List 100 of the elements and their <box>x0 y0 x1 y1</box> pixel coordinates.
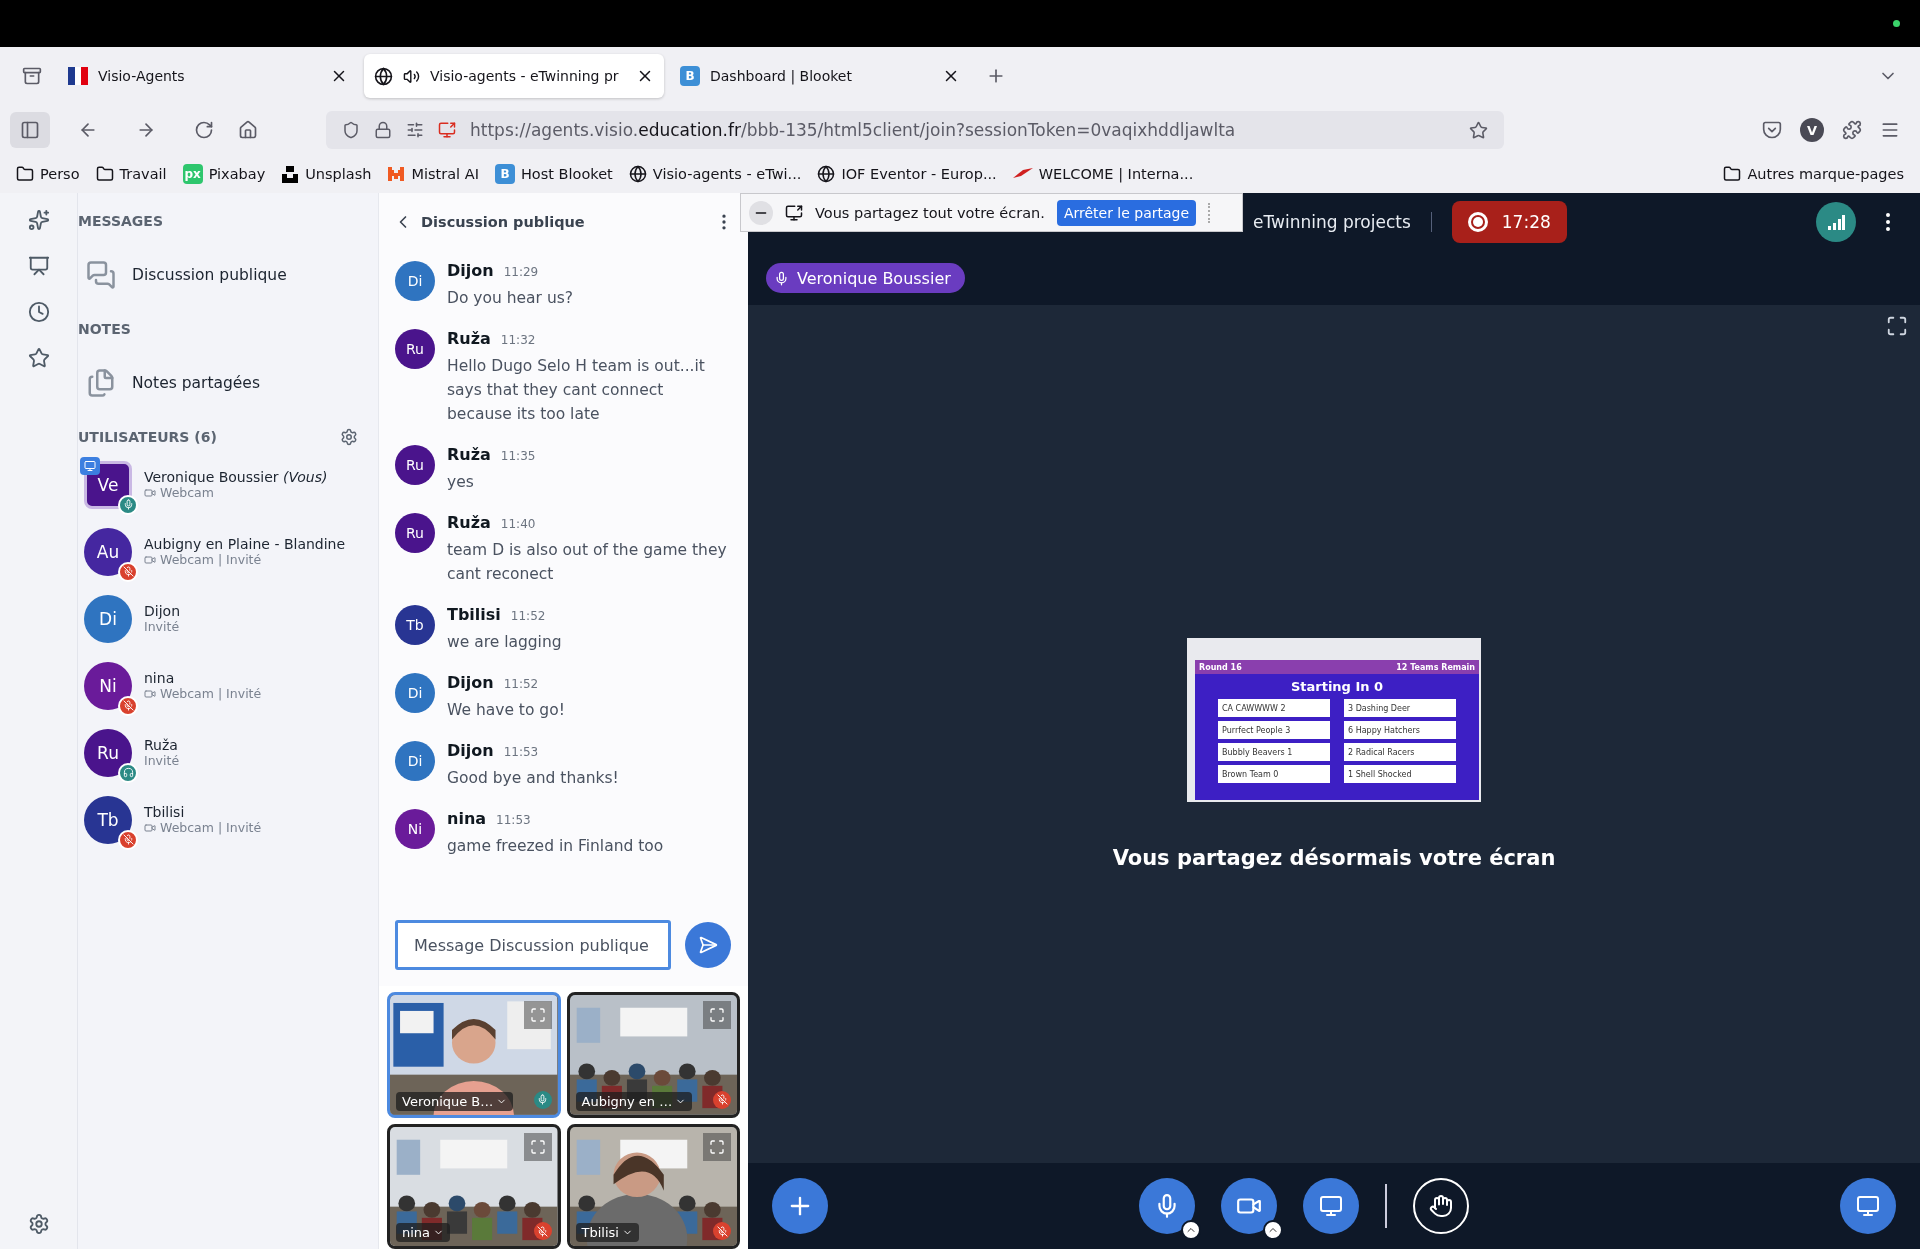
fullscreen-icon[interactable] <box>1886 315 1908 337</box>
screen-share-button[interactable] <box>1303 1178 1359 1234</box>
settings-icon[interactable] <box>340 428 358 446</box>
video-tile[interactable]: Veronique B… <box>387 992 561 1118</box>
extensions-icon[interactable] <box>1842 120 1862 140</box>
expand-icon[interactable] <box>523 1132 552 1161</box>
connection-signal-icon[interactable] <box>1816 202 1856 242</box>
message-avatar: Tb <box>395 605 435 645</box>
video-tile[interactable]: Tbilisi <box>566 1123 740 1249</box>
message-author: nina <box>447 809 487 828</box>
bookmark-link[interactable]: Mistral AI <box>387 166 479 182</box>
user-status: Webcam <box>160 485 214 500</box>
user-avatar: Au <box>84 527 132 576</box>
add-button[interactable] <box>772 1178 828 1234</box>
user-name: Aubigny en Plaine - Blandine <box>144 536 346 552</box>
sidebar-toggle-button[interactable] <box>10 112 50 148</box>
bookmark-link[interactable]: WELCOME | Interna... <box>1012 166 1194 182</box>
message-time: 11:32 <box>500 333 536 347</box>
bookmark-link[interactable]: Travail <box>95 165 167 183</box>
bookmark-link[interactable]: Unsplash <box>281 165 372 183</box>
bookmark-star-icon <box>1469 120 1488 140</box>
address-bar[interactable]: https://agents.visio.education.fr/bbb-135/html5client/join?sessionToken=0vaqixhddljawlta <box>326 111 1504 149</box>
screen-share-icon <box>785 203 803 222</box>
message-avatar: Ru <box>395 445 435 485</box>
message-time: 11:53 <box>503 745 539 759</box>
bookmark-link[interactable]: B Host Blooket <box>494 164 613 184</box>
hand-icon <box>1429 1194 1453 1218</box>
bookmarks-folder-link[interactable]: Autres marque-pages <box>1723 165 1904 183</box>
team-card: Purrfect People 3 <box>1218 721 1330 739</box>
team-card: CA CAWWWW 2 <box>1218 699 1330 717</box>
layout-button[interactable] <box>1840 1178 1896 1234</box>
drag-handle[interactable] <box>1208 202 1213 223</box>
minimize-icon[interactable] <box>749 200 773 225</box>
monitor-icon <box>1856 1194 1880 1218</box>
user-status: Webcam | Invité <box>160 820 262 835</box>
mistral-icon <box>387 166 406 182</box>
message-text: Do you hear us? <box>447 288 574 309</box>
logo-icon <box>1012 168 1033 180</box>
team-card: 1 Shell Shocked <box>1344 765 1456 783</box>
message-time: 11:52 <box>503 677 539 691</box>
send-icon <box>698 935 718 955</box>
user-list-item[interactable]: Ni nina Webcam | Invité <box>78 652 378 719</box>
team-card: 2 Radical Racers <box>1344 743 1456 761</box>
message-avatar: Ni <box>395 809 435 849</box>
user-list-item[interactable]: Tb Tbilisi Webcam | Invité <box>78 786 378 853</box>
sparkle-icon[interactable] <box>27 209 50 231</box>
shield-icon <box>342 121 360 139</box>
message-author: Dijon <box>447 741 494 760</box>
sidebar-icon <box>20 120 40 140</box>
menu-icon[interactable] <box>1880 120 1900 140</box>
message-avatar: Ru <box>395 513 435 553</box>
profile-avatar[interactable]: V <box>1800 118 1824 142</box>
message-text: we are lagging <box>447 632 562 653</box>
presentation-icon[interactable] <box>27 255 50 277</box>
url-text: https://agents.visio.education.fr/bbb-135/html5client/join?sessionToken=0vaqixhddljawlta <box>470 120 1237 140</box>
options-caret[interactable] <box>1263 1220 1283 1240</box>
send-button[interactable] <box>685 922 731 968</box>
clock-icon[interactable] <box>27 301 50 323</box>
user-list-item[interactable]: Di Dijon Invité <box>78 585 378 652</box>
user-name: Ruža <box>144 737 179 753</box>
user-list-item[interactable]: Au Aubigny en Plaine - Blandine Webcam | Invité <box>78 518 378 585</box>
browser-tab[interactable]: Visio-agents - eTwinning pr <box>364 54 664 98</box>
user-avatar: Ni <box>84 661 132 710</box>
user-list-item[interactable]: Ve Veronique Boussier (Vous) Webcam <box>78 451 378 518</box>
user-list-item[interactable]: Ru Ruža Invité <box>78 719 378 786</box>
browser-tab[interactable]: B Dashboard | Blooket <box>670 54 970 98</box>
tab-title: Dashboard | Blooket <box>710 68 853 84</box>
participant-name[interactable]: Tbilisi <box>575 1223 639 1242</box>
bookmark-link[interactable]: px Pixabay <box>182 164 266 184</box>
user-avatar: Ru <box>84 728 132 777</box>
message-input-field[interactable]: Message Discussion publique <box>395 920 671 970</box>
message-text: game freezed in Finland too <box>447 836 664 857</box>
participant-name[interactable]: nina <box>396 1223 451 1242</box>
video-tile[interactable]: nina <box>387 1123 561 1249</box>
reload-icon <box>194 120 214 140</box>
bookmark-link[interactable]: Visio-agents - eTwi... <box>628 165 802 183</box>
recording-indicator[interactable]: 17:28 <box>1451 201 1567 243</box>
star-icon[interactable] <box>27 347 50 369</box>
pocket-icon[interactable] <box>1762 120 1782 140</box>
chat-title: Discussion publique <box>421 214 586 230</box>
raise-hand-button[interactable] <box>1413 1178 1469 1234</box>
expand-icon[interactable] <box>523 1001 552 1029</box>
monitor-icon <box>1319 1194 1343 1218</box>
bookmark-link[interactable]: IOF Eventor - Europ... <box>817 165 997 183</box>
home-icon <box>238 120 258 140</box>
public-chat-link[interactable]: Discussion publique <box>78 235 378 315</box>
settings-icon[interactable] <box>27 1213 50 1235</box>
browser-tab[interactable]: Visio-Agents <box>58 54 358 98</box>
user-status: Webcam | Invité <box>160 552 262 567</box>
bookmark-link[interactable]: Perso <box>16 165 80 183</box>
options-caret[interactable] <box>1181 1220 1201 1240</box>
status-dot <box>1893 20 1900 27</box>
sharing-status: Vous partagez désormais votre écran <box>1112 846 1556 870</box>
flag-favicon-icon <box>68 67 88 85</box>
shared-notes-link[interactable]: Notes partagées <box>78 343 378 423</box>
unsplash-icon <box>281 165 300 183</box>
expand-icon[interactable] <box>703 1132 731 1161</box>
video-tile[interactable]: Aubigny en … <box>566 992 740 1118</box>
stop-sharing-button[interactable]: Arrêter le partage <box>1056 199 1197 226</box>
expand-icon[interactable] <box>703 1001 731 1029</box>
